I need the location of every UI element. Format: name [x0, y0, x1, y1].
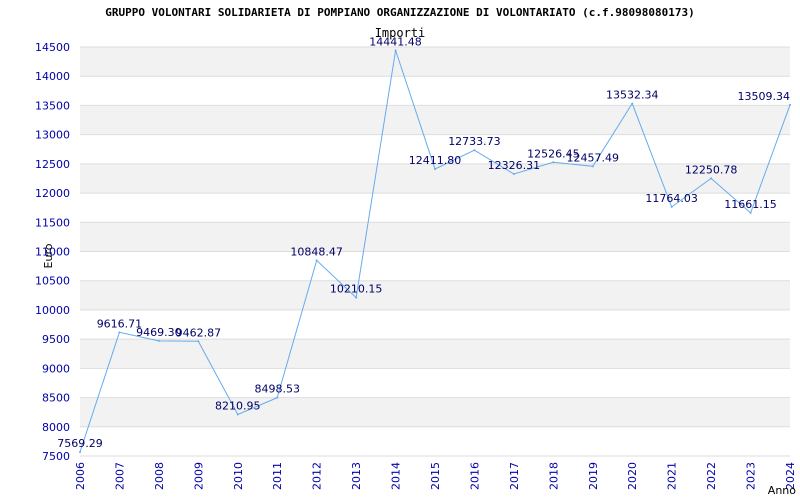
data-label: 13509.34	[738, 90, 791, 103]
data-point	[473, 149, 476, 152]
y-tick-label: 12000	[35, 187, 70, 200]
x-tick-label: 2019	[587, 462, 600, 490]
data-label: 10210.15	[330, 283, 383, 296]
x-axis-label: Anno	[768, 484, 796, 497]
y-tick-label: 14000	[35, 70, 70, 83]
data-point	[512, 173, 515, 176]
chart-title: GRUPPO VOLONTARI SOLIDARIETA DI POMPIANO…	[105, 6, 694, 19]
data-point	[315, 259, 318, 262]
x-tick-label: 2007	[113, 462, 126, 490]
grid-band	[80, 222, 790, 252]
y-tick-label: 13000	[35, 129, 70, 142]
x-tick-label: 2015	[429, 462, 442, 490]
y-tick-label: 8500	[42, 392, 70, 405]
chart-subtitle: Importi	[375, 26, 426, 40]
y-tick-label: 12500	[35, 158, 70, 171]
data-point	[670, 205, 673, 208]
data-point	[197, 340, 200, 343]
data-point	[355, 296, 358, 299]
data-label: 9462.87	[176, 326, 222, 339]
data-label: 12250.78	[685, 163, 738, 176]
x-tick-label: 2022	[705, 462, 718, 490]
x-tick-label: 2021	[666, 462, 679, 490]
x-tick-label: 2006	[74, 462, 87, 490]
x-tick-label: 2012	[311, 462, 324, 490]
x-tick-label: 2014	[390, 462, 403, 490]
y-tick-label: 13500	[35, 99, 70, 112]
data-point	[157, 339, 160, 342]
grid-bands	[80, 47, 790, 427]
data-label: 13532.34	[606, 89, 659, 102]
data-label: 8498.53	[254, 383, 300, 396]
x-tick-label: 2008	[153, 462, 166, 490]
y-tick-label: 7500	[42, 450, 70, 463]
grid-band	[80, 339, 790, 369]
chart: 7500800085009000950010000105001100011500…	[35, 6, 797, 497]
data-label: 12326.31	[488, 159, 541, 172]
data-label: 12733.73	[448, 135, 501, 148]
x-tick-label: 2020	[626, 462, 639, 490]
y-tick-label: 9000	[42, 362, 70, 375]
data-label: 11661.15	[724, 198, 777, 211]
data-point	[710, 177, 713, 180]
x-tick-label: 2011	[271, 462, 284, 490]
data-label: 7569.29	[57, 437, 103, 450]
data-point	[434, 168, 436, 171]
data-label: 12411.80	[409, 154, 462, 167]
y-tick-label: 10000	[35, 304, 70, 317]
data-point	[394, 49, 397, 52]
x-tick-label: 2013	[350, 462, 363, 490]
data-point	[236, 413, 239, 416]
data-label: 12457.49	[567, 151, 620, 164]
x-tick-label: 2009	[192, 462, 205, 490]
data-point	[276, 396, 279, 399]
x-tick-label: 2010	[232, 462, 245, 490]
data-point	[79, 450, 81, 453]
x-tick-label: 2016	[468, 462, 481, 490]
x-tick-label: 2018	[547, 462, 560, 490]
y-tick-label: 8000	[42, 421, 70, 434]
data-point	[591, 165, 594, 168]
y-tick-label: 10500	[35, 275, 70, 288]
data-point	[789, 103, 791, 106]
data-point	[631, 102, 634, 105]
y-axis-label: Euro	[42, 243, 55, 268]
grid-band	[80, 397, 790, 427]
data-label: 8210.95	[215, 399, 261, 412]
data-point	[118, 331, 121, 334]
data-point	[749, 211, 752, 214]
x-tick-label: 2023	[745, 462, 758, 490]
y-tick-label: 14500	[35, 41, 70, 54]
x-tick-labels: 2006 2007 2008 2009 2010 2011 2012 2013 2014 2015…	[74, 462, 797, 490]
y-tick-label: 11500	[35, 216, 70, 229]
grid-band	[80, 280, 790, 310]
y-tick-label: 9500	[42, 333, 70, 346]
data-label: 11764.03	[645, 192, 698, 205]
x-tick-label: 2017	[508, 462, 521, 490]
data-label: 10848.47	[290, 245, 343, 258]
grid-band	[80, 47, 790, 77]
data-point	[552, 161, 555, 164]
grid-band	[80, 105, 790, 135]
